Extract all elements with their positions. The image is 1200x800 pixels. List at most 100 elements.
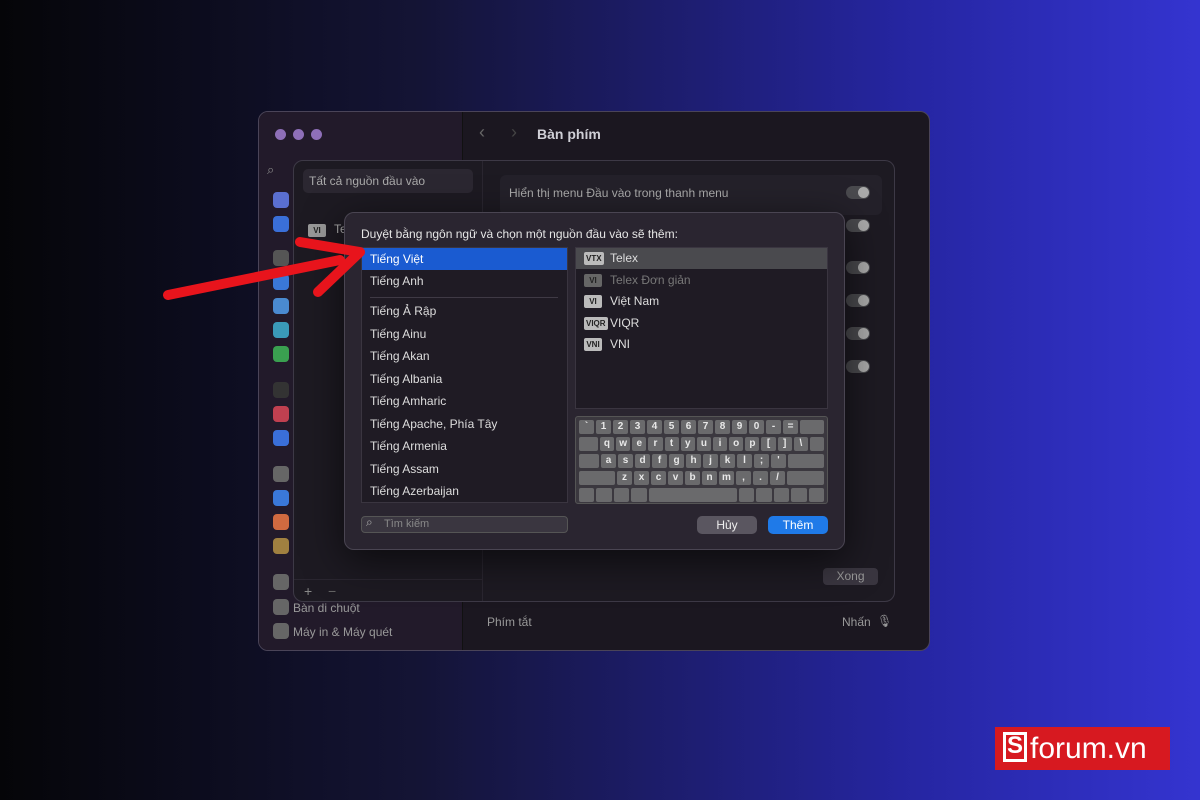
language-item[interactable]: Tiếng Albania xyxy=(362,368,567,390)
add-source-button[interactable]: + xyxy=(304,583,312,599)
window-title: Bàn phím xyxy=(537,126,601,142)
modifier-key xyxy=(787,471,824,485)
modifier-key xyxy=(631,488,647,502)
language-item[interactable]: Tiếng Ả Rập xyxy=(362,300,567,322)
key: t xyxy=(664,437,679,451)
key: ; xyxy=(754,454,769,468)
key: ` xyxy=(579,420,594,434)
key: 1 xyxy=(596,420,611,434)
sidebar-icon xyxy=(273,406,289,422)
keyboard-row: ` 1 2 3 4 5 6 7 8 9 0- = xyxy=(579,420,824,434)
key: s xyxy=(618,454,633,468)
key: o xyxy=(729,437,744,451)
language-item[interactable]: Tiếng Azerbaijan xyxy=(362,480,567,502)
key: m xyxy=(719,471,734,485)
divider xyxy=(294,579,482,580)
source-badge: VIQR xyxy=(584,316,608,330)
all-input-sources[interactable]: Tất cả nguồn đầu vào xyxy=(303,169,473,193)
key: 8 xyxy=(715,420,730,434)
input-source-list[interactable]: VTX Telex VI Telex Đơn giản VI Việt Nam VIQR VI… xyxy=(575,247,828,409)
minimize-button[interactable] xyxy=(293,129,304,140)
language-list[interactable]: Tiếng Việt Tiếng Anh Tiếng Ả Rập Tiếng Ai… xyxy=(361,247,568,503)
key: n xyxy=(702,471,717,485)
toggle[interactable] xyxy=(846,294,870,307)
sidebar-item-printers[interactable]: Máy in & Máy quét xyxy=(293,625,392,639)
show-input-menu-toggle[interactable] xyxy=(846,186,870,199)
key: v xyxy=(668,471,683,485)
language-item-selected[interactable]: Tiếng Việt xyxy=(362,248,567,270)
modifier-key xyxy=(596,488,612,502)
modifier-key xyxy=(800,420,824,434)
key: [ xyxy=(761,437,776,451)
key: 0 xyxy=(749,420,764,434)
shortcut-label: Phím tắt xyxy=(487,615,532,629)
keyboard-row: q w e r t y u i o p[] \ xyxy=(579,437,824,451)
toggle[interactable] xyxy=(846,327,870,340)
key: j xyxy=(703,454,718,468)
search-input[interactable]: Tìm kiếm xyxy=(361,516,568,533)
language-item[interactable]: Tiếng Anh xyxy=(362,270,567,292)
key: f xyxy=(652,454,667,468)
modifier-key xyxy=(579,437,598,451)
back-button[interactable]: ‹ xyxy=(479,122,485,143)
toggle[interactable] xyxy=(846,261,870,274)
language-item[interactable]: Tiếng Akan xyxy=(362,345,567,367)
sforum-logo: Sforum.vn xyxy=(995,727,1170,770)
modifier-key xyxy=(788,454,824,468)
language-item[interactable]: Tiếng Armenia xyxy=(362,435,567,457)
red-arrow-annotation xyxy=(163,237,365,300)
modifier-key xyxy=(579,471,615,485)
toggle[interactable] xyxy=(846,219,870,232)
key: 7 xyxy=(698,420,713,434)
forward-button[interactable]: › xyxy=(511,122,517,143)
keyboard-row xyxy=(579,488,825,502)
shortcut-value[interactable]: Nhấn xyxy=(842,615,871,629)
modifier-key xyxy=(579,454,599,468)
language-item[interactable]: Tiếng Assam xyxy=(362,458,567,480)
language-item[interactable]: Tiếng Ainu xyxy=(362,323,567,345)
input-source-item[interactable]: VTX Telex xyxy=(576,248,827,269)
input-source-item[interactable]: VI Việt Nam xyxy=(576,291,827,312)
input-source-item[interactable]: VIQR VIQR xyxy=(576,313,827,334)
key: 3 xyxy=(630,420,645,434)
toggle[interactable] xyxy=(846,360,870,373)
modifier-key xyxy=(738,488,755,502)
source-label: Việt Nam xyxy=(610,294,660,308)
divider xyxy=(370,297,558,298)
key: e xyxy=(632,437,647,451)
key: i xyxy=(712,437,728,451)
key: w xyxy=(616,437,631,451)
search-icon[interactable]: ⌕ xyxy=(267,162,274,178)
key: 5 xyxy=(664,420,679,434)
language-item[interactable]: Tiếng Apache, Phía Tây xyxy=(362,413,567,435)
users-icon xyxy=(273,430,289,446)
key: , xyxy=(736,471,751,485)
wallet-icon xyxy=(273,538,289,554)
input-source-item[interactable]: VNI VNI xyxy=(576,334,827,355)
modifier-key xyxy=(648,488,737,502)
key: . xyxy=(753,471,768,485)
language-item[interactable]: Tiếng Amharic xyxy=(362,390,567,412)
modifier-key xyxy=(791,488,807,502)
remove-source-button[interactable]: − xyxy=(328,583,336,599)
close-button[interactable] xyxy=(275,129,286,140)
input-source-item[interactable]: VI Telex Đơn giản xyxy=(576,270,827,291)
key: q xyxy=(599,437,615,451)
modifier-key xyxy=(808,488,825,502)
modifier-key xyxy=(773,488,790,502)
source-badge: VI xyxy=(584,273,602,287)
zoom-button[interactable] xyxy=(311,129,322,140)
key: c xyxy=(651,471,666,485)
keyboard-preview: ` 1 2 3 4 5 6 7 8 9 0- = q w e r t y u i o p[] \ a s d f g h j k l; ' z x c… xyxy=(575,416,828,504)
cancel-button[interactable]: Hủy xyxy=(697,516,757,534)
key: 9 xyxy=(732,420,747,434)
sidebar-icon xyxy=(273,514,289,530)
add-input-source-dialog: Duyệt bằng ngôn ngữ và chọn một nguồn đầ… xyxy=(344,212,845,550)
add-button[interactable]: Thêm xyxy=(768,516,828,534)
key: d xyxy=(635,454,650,468)
sidebar-item-trackpad[interactable]: Bàn di chuột xyxy=(293,601,360,615)
show-input-menu-label: Hiển thị menu Đầu vào trong thanh menu xyxy=(509,186,729,200)
done-button[interactable]: Xong xyxy=(823,568,878,585)
keyboard-row: a s d f g h j k l; ' xyxy=(579,454,824,468)
key: 4 xyxy=(647,420,662,434)
